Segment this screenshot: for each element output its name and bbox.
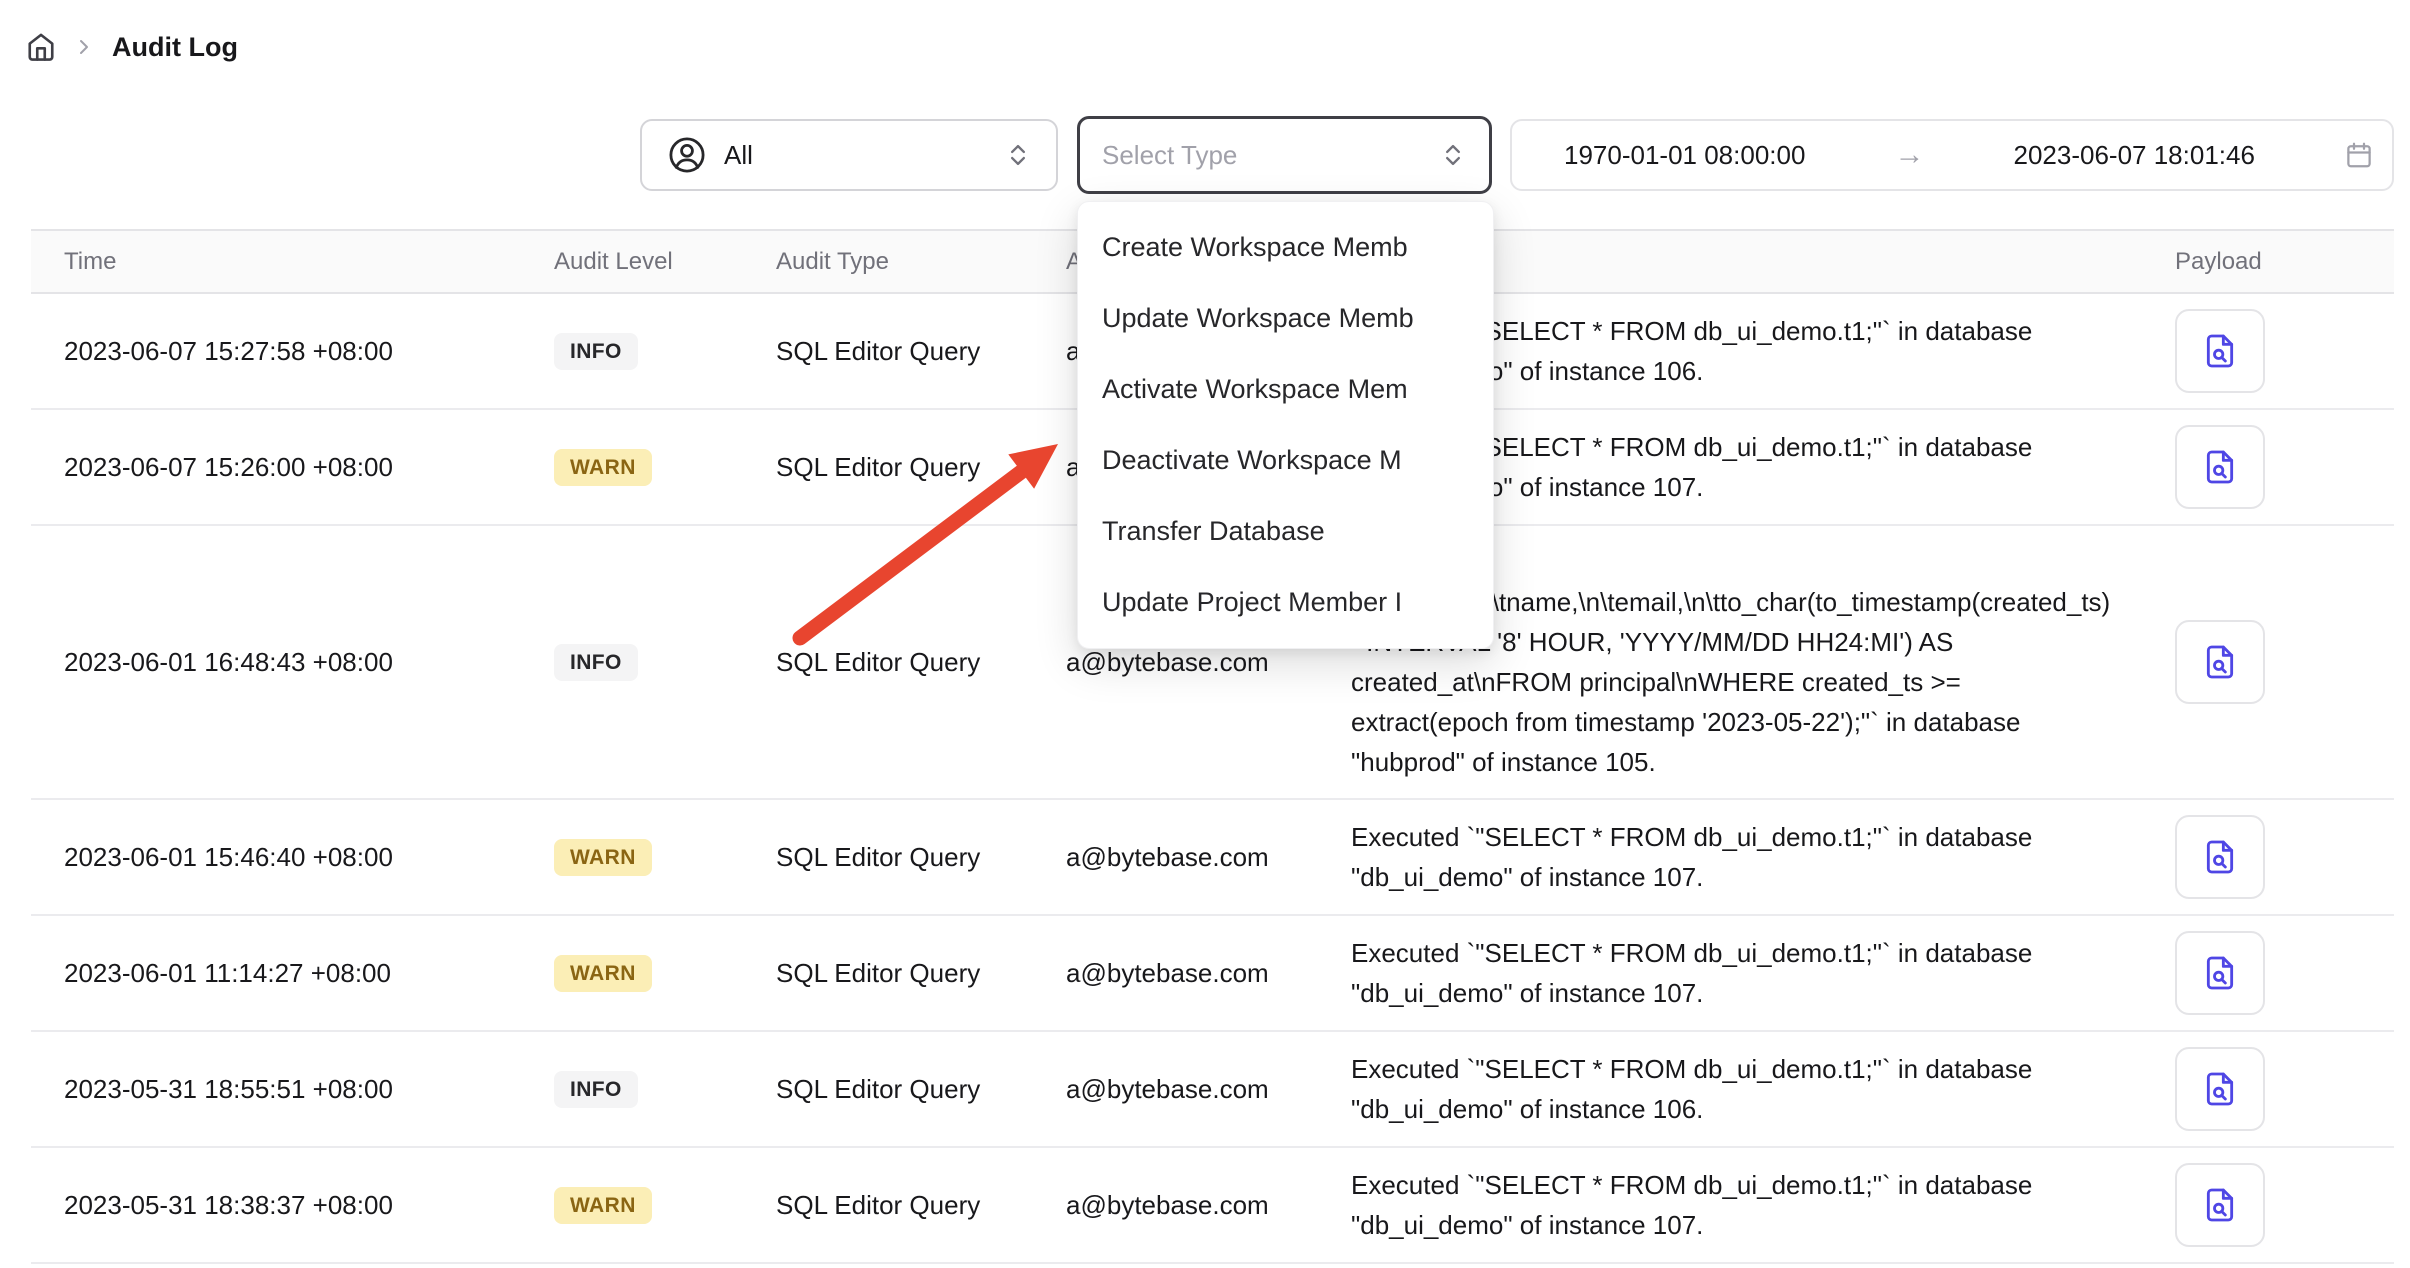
date-range-arrow: → xyxy=(1894,138,1924,172)
dropdown-item[interactable]: Update Workspace Memb xyxy=(1078,283,1493,354)
payload-cell xyxy=(2136,425,2394,509)
payload-cell xyxy=(2136,815,2394,899)
audit-type: SQL Editor Query xyxy=(776,842,1066,873)
date-range-start: 1970-01-01 08:00:00 xyxy=(1564,140,1805,171)
audit-type-filter[interactable]: Select Type xyxy=(1077,116,1492,194)
audit-level-filter-value: All xyxy=(724,140,753,171)
audit-type: SQL Editor Query xyxy=(776,1190,1066,1221)
column-header-level: Audit Level xyxy=(554,248,776,276)
audit-level-cell: WARN xyxy=(554,839,776,876)
page-title: Audit Log xyxy=(112,32,238,63)
dropdown-item[interactable]: Activate Workspace Mem xyxy=(1078,354,1493,425)
column-header-payload: Payload xyxy=(2136,248,2394,276)
status-badge: INFO xyxy=(554,333,638,370)
audit-time: 2023-06-01 11:14:27 +08:00 xyxy=(31,958,554,989)
audit-type: SQL Editor Query xyxy=(776,336,1066,367)
audit-comment: Executed `"SELECT * FROM db_ui_demo.t1;"… xyxy=(1351,817,2136,897)
audit-type-dropdown-menu: Create Workspace Memb Update Workspace M… xyxy=(1077,201,1494,649)
audit-type: SQL Editor Query xyxy=(776,647,1066,678)
table-row: 2023-06-01 11:14:27 +08:00 WARN SQL Edit… xyxy=(31,916,2394,1032)
dropdown-item[interactable]: Create Workspace Memb xyxy=(1078,212,1493,283)
dropdown-item[interactable]: Transfer Database xyxy=(1078,496,1493,567)
status-badge: INFO xyxy=(554,1071,638,1108)
view-payload-button[interactable] xyxy=(2175,309,2265,393)
audit-actor: a@bytebase.com xyxy=(1066,647,1351,678)
file-search-icon xyxy=(2200,953,2240,993)
payload-cell xyxy=(2136,1163,2394,1247)
payload-cell xyxy=(2136,1047,2394,1131)
column-header-type: Audit Type xyxy=(776,248,1066,276)
audit-level-cell: INFO xyxy=(554,333,776,370)
status-badge: INFO xyxy=(554,644,638,681)
chevrons-up-down-icon xyxy=(1439,141,1467,169)
audit-level-cell: WARN xyxy=(554,449,776,486)
audit-time: 2023-06-07 15:27:58 +08:00 xyxy=(31,336,554,367)
audit-comment: Executed `"SELECT * FROM db_ui_demo.t1;"… xyxy=(1351,933,2136,1013)
calendar-icon xyxy=(2344,140,2374,170)
audit-level-cell: INFO xyxy=(554,644,776,681)
table-row: 2023-05-31 18:38:37 +08:00 WARN SQL Edit… xyxy=(31,1148,2394,1264)
table-row: 2023-06-01 15:46:40 +08:00 WARN SQL Edit… xyxy=(31,800,2394,916)
view-payload-button[interactable] xyxy=(2175,931,2265,1015)
status-badge: WARN xyxy=(554,839,652,876)
column-header-time: Time xyxy=(31,248,554,276)
audit-type: SQL Editor Query xyxy=(776,1074,1066,1105)
view-payload-button[interactable] xyxy=(2175,1047,2265,1131)
file-search-icon xyxy=(2200,837,2240,877)
view-payload-button[interactable] xyxy=(2175,1163,2265,1247)
audit-type: SQL Editor Query xyxy=(776,958,1066,989)
view-payload-button[interactable] xyxy=(2175,425,2265,509)
file-search-icon xyxy=(2200,1069,2240,1109)
date-range-filter[interactable]: 1970-01-01 08:00:00 → 2023-06-07 18:01:4… xyxy=(1510,119,2394,191)
audit-time: 2023-06-01 16:48:43 +08:00 xyxy=(31,647,554,678)
payload-cell xyxy=(2136,931,2394,1015)
audit-type: SQL Editor Query xyxy=(776,452,1066,483)
audit-time: 2023-06-07 15:26:00 +08:00 xyxy=(31,452,554,483)
file-search-icon xyxy=(2200,642,2240,682)
audit-level-cell: INFO xyxy=(554,1071,776,1108)
date-range-end: 2023-06-07 18:01:46 xyxy=(2014,140,2255,171)
file-search-icon xyxy=(2200,447,2240,487)
audit-time: 2023-05-31 18:38:37 +08:00 xyxy=(31,1190,554,1221)
file-search-icon xyxy=(2200,1185,2240,1225)
chevron-right-icon xyxy=(72,35,96,59)
audit-level-cell: WARN xyxy=(554,1187,776,1224)
dropdown-item[interactable]: Update Project Member I xyxy=(1078,567,1493,638)
audit-level-cell: WARN xyxy=(554,955,776,992)
user-circle-icon xyxy=(666,134,708,176)
view-payload-button[interactable] xyxy=(2175,815,2265,899)
audit-level-filter[interactable]: All xyxy=(640,119,1058,191)
table-row: 2023-05-31 18:55:51 +08:00 INFO SQL Edit… xyxy=(31,1032,2394,1148)
home-icon[interactable] xyxy=(26,32,56,62)
audit-time: 2023-06-01 15:46:40 +08:00 xyxy=(31,842,554,873)
audit-actor: a@bytebase.com xyxy=(1066,1190,1351,1221)
status-badge: WARN xyxy=(554,955,652,992)
audit-actor: a@bytebase.com xyxy=(1066,1074,1351,1105)
audit-comment: Executed `"SELECT * FROM db_ui_demo.t1;"… xyxy=(1351,1165,2136,1245)
payload-cell xyxy=(2136,620,2394,704)
audit-log-page: Audit Log All Select Type 1970-01-01 08:… xyxy=(0,0,2410,1268)
audit-type-filter-placeholder: Select Type xyxy=(1102,140,1237,171)
breadcrumb: Audit Log xyxy=(26,24,238,70)
dropdown-item[interactable]: Deactivate Workspace M xyxy=(1078,425,1493,496)
audit-comment: Executed `"SELECT * FROM db_ui_demo.t1;"… xyxy=(1351,1049,2136,1129)
view-payload-button[interactable] xyxy=(2175,620,2265,704)
chevrons-up-down-icon xyxy=(1004,141,1032,169)
status-badge: WARN xyxy=(554,1187,652,1224)
status-badge: WARN xyxy=(554,449,652,486)
file-search-icon xyxy=(2200,331,2240,371)
audit-actor: a@bytebase.com xyxy=(1066,958,1351,989)
audit-time: 2023-05-31 18:55:51 +08:00 xyxy=(31,1074,554,1105)
payload-cell xyxy=(2136,309,2394,393)
audit-actor: a@bytebase.com xyxy=(1066,842,1351,873)
